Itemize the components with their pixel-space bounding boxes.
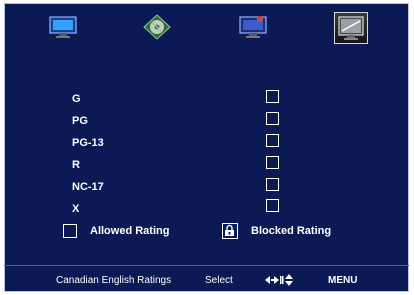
allowed-rating-label: Allowed Rating <box>90 225 170 237</box>
rating-label-x: X <box>72 203 80 215</box>
footer-menu-label: MENU <box>328 275 358 286</box>
rating-checkbox-pg[interactable] <box>266 112 279 125</box>
rating-checkbox-nc17[interactable] <box>266 178 279 191</box>
footer-select-label: Select <box>205 275 233 286</box>
lock-tv-icon <box>338 16 364 40</box>
arrow-keys-icon <box>265 274 295 289</box>
footer-title: Canadian English Ratings <box>56 275 172 286</box>
setup-tv-icon[interactable] <box>238 13 268 41</box>
picture-tv-icon[interactable] <box>48 13 78 41</box>
rating-checkbox-x[interactable] <box>266 199 279 212</box>
tab-lock-selected[interactable] <box>334 12 368 44</box>
rating-label-nc17: NC-17 <box>72 181 104 193</box>
blocked-rating-label: Blocked Rating <box>251 225 332 237</box>
rating-checkbox-g[interactable] <box>266 90 279 103</box>
rating-label-pg: PG <box>72 115 88 127</box>
audio-disc-icon[interactable] <box>142 13 172 41</box>
rating-label-r: R <box>72 159 80 171</box>
allowed-rating-legend-box <box>63 224 77 238</box>
blocked-rating-lock-icon <box>222 223 238 239</box>
rating-checkbox-r[interactable] <box>266 156 279 169</box>
rating-label-g: G <box>72 93 81 105</box>
menu-tab-bar <box>4 9 400 47</box>
rating-checkbox-pg13[interactable] <box>266 134 279 147</box>
rating-label-pg13: PG-13 <box>72 137 104 149</box>
